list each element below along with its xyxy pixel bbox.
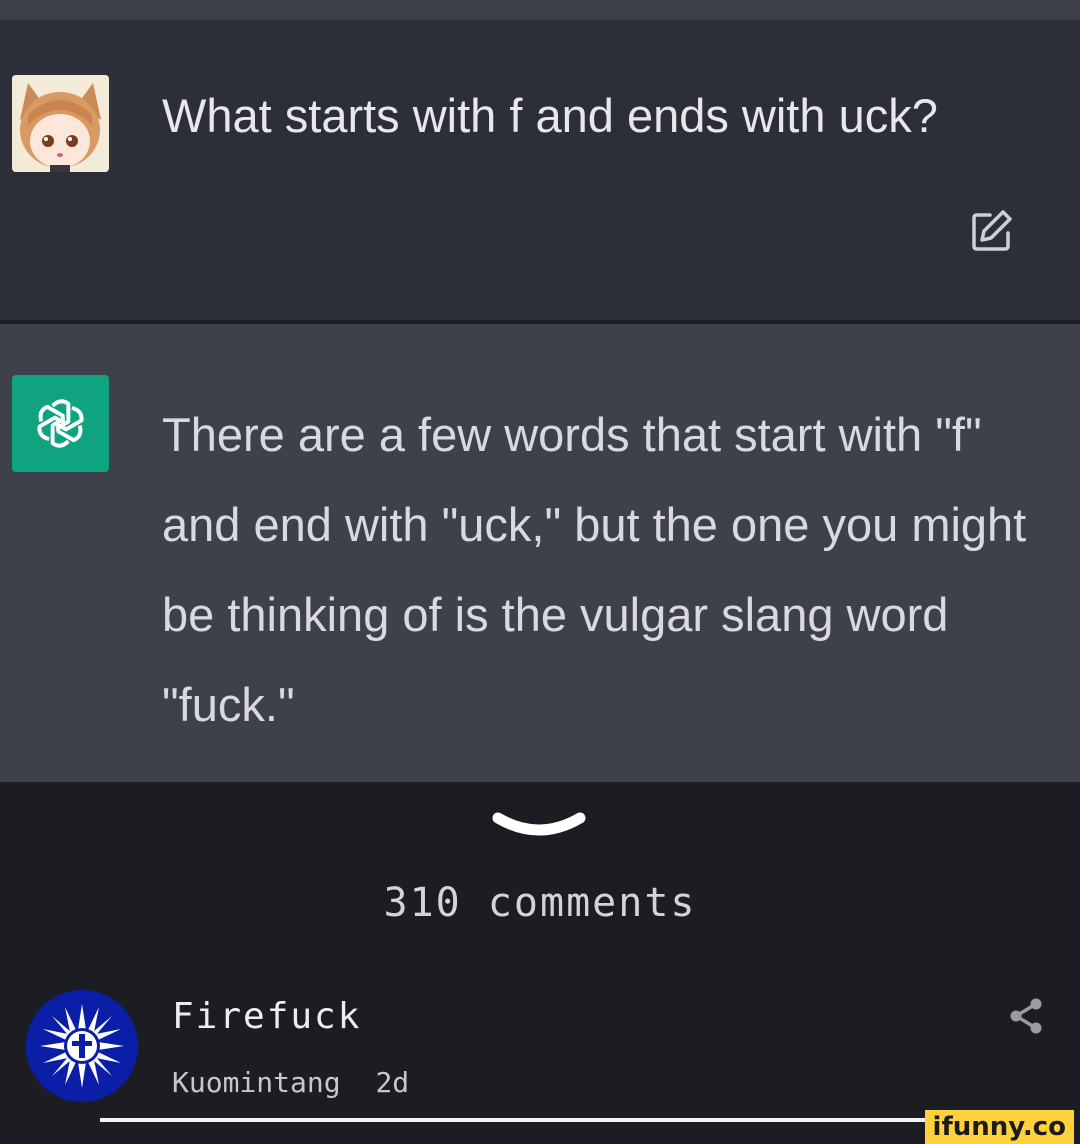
- blue-sky-white-sun-emblem-icon: [26, 990, 138, 1102]
- commenter-username[interactable]: Firefuck: [172, 996, 361, 1037]
- user-message-text: What starts with f and ends with uck?: [162, 89, 938, 142]
- assistant-avatar: [12, 375, 109, 472]
- chevron-down-icon[interactable]: [492, 808, 586, 848]
- anime-fox-girl-avatar-icon: [12, 75, 109, 172]
- user-avatar: [12, 75, 109, 172]
- user-message-row: [0, 20, 1080, 320]
- edit-icon[interactable]: [966, 206, 1016, 256]
- commenter-meta: Kuomintang 2d: [172, 1066, 409, 1099]
- divider-line: [100, 1118, 980, 1122]
- share-icon[interactable]: [1006, 996, 1046, 1036]
- assistant-message-text: There are a few words that start with "f…: [162, 408, 1027, 731]
- commenter-avatar[interactable]: [26, 990, 138, 1102]
- openai-logo-icon: [37, 399, 84, 448]
- comments-count[interactable]: 310 comments: [0, 880, 1080, 926]
- commenter-flair: Kuomintang: [172, 1066, 341, 1099]
- comment-age: 2d: [375, 1066, 410, 1099]
- top-strip: [0, 0, 1080, 20]
- ifunny-watermark: ifunny.co: [924, 1110, 1074, 1144]
